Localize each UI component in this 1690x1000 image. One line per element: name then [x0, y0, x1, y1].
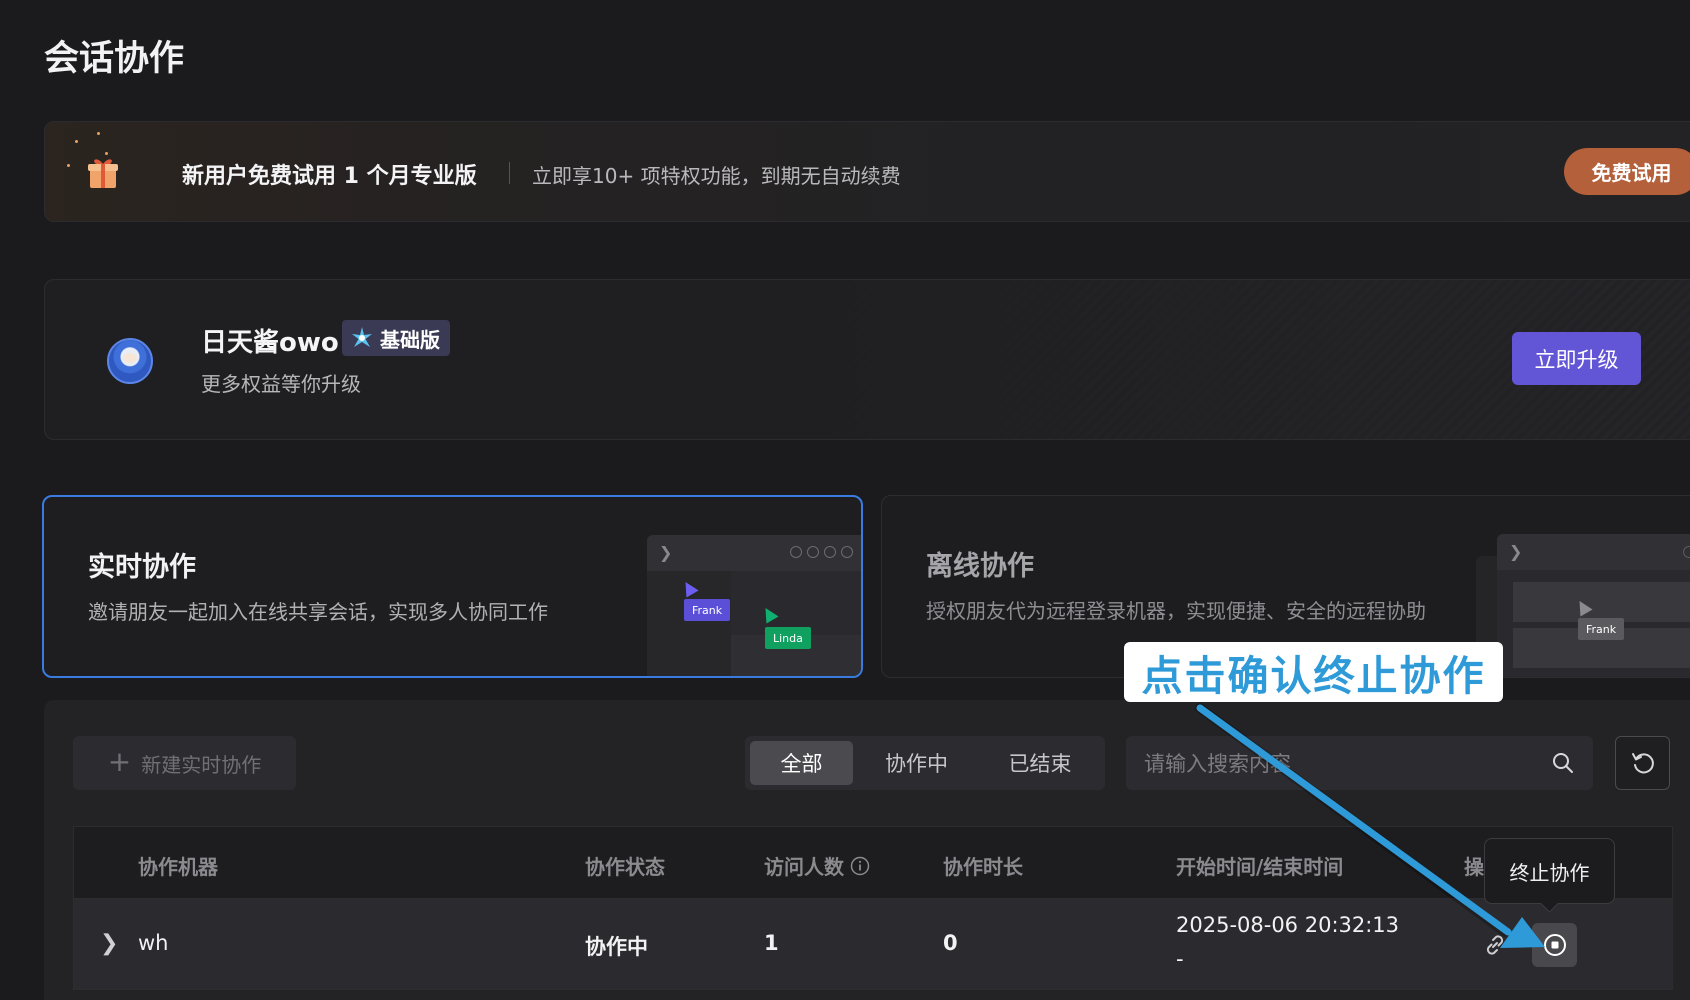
gift-icon [88, 159, 118, 188]
offline-mode-title: 离线协作 [926, 551, 1034, 582]
refresh-button[interactable] [1615, 736, 1670, 790]
annotation-callout: 点击确认终止协作 [1124, 642, 1503, 702]
promo-divider [509, 162, 510, 184]
col-visitors: 访问人数 [764, 851, 870, 880]
chevron-right-icon[interactable]: ❯ [100, 931, 118, 956]
plus-icon: + [107, 744, 132, 778]
col-time: 开始时间/结束时间 [1176, 855, 1344, 879]
promo-banner: 新用户免费试用 1 个月专业版 立即享10+ 项特权功能，到期无自动续费 免费试… [44, 121, 1690, 222]
col-duration: 协作时长 [943, 855, 1023, 879]
username: 日天酱owo [201, 328, 339, 358]
realtime-preview-illustration: ❯ Frank Linda [647, 535, 861, 676]
collaboration-table: 协作机器 协作状态 访问人数 协作时长 开始时间/结束时间 操作 ❯ wh 协作 [73, 826, 1673, 990]
avatar [107, 338, 153, 384]
offline-frank-tag: Frank [1578, 618, 1625, 640]
page: 会话协作 新用户免费试用 1 个月专业版 立即享10+ 项特权功能，到期无自动续… [0, 0, 1690, 1000]
realtime-mode-description: 邀请朋友一起加入在线共享会话，实现多人协同工作 [88, 600, 548, 624]
col-status: 协作状态 [585, 855, 665, 879]
filter-in-progress[interactable]: 协作中 [853, 741, 980, 785]
plan-star-icon [352, 327, 372, 347]
realtime-mode-title: 实时协作 [88, 552, 196, 583]
linda-tag: Linda [765, 627, 811, 649]
promo-title: 新用户免费试用 1 个月专业版 [182, 164, 477, 189]
info-icon[interactable] [850, 856, 870, 876]
cell-duration: 0 [943, 931, 958, 955]
refresh-icon [1631, 753, 1654, 774]
free-trial-button[interactable]: 免费试用 [1564, 148, 1690, 195]
profile-subtitle: 更多权益等你升级 [201, 372, 361, 396]
offline-preview-illustration: ❯ Frank [1497, 534, 1690, 677]
profile-card: 日天酱owo 基础版 更多权益等你升级 立即升级 [44, 279, 1690, 440]
cell-end-time: - [1176, 947, 1184, 971]
plan-label: 基础版 [380, 327, 440, 352]
chevron-right-icon: ❯ [659, 543, 673, 562]
cell-visitors: 1 [764, 931, 779, 955]
cell-start-time: 2025-08-06 20:32:13 [1176, 913, 1400, 937]
promo-description: 立即享10+ 项特权功能，到期无自动续费 [532, 164, 901, 188]
table-row[interactable]: ❯ wh 协作中 1 0 2025-08-06 20:32:13 - [73, 898, 1673, 990]
col-visitors-label: 访问人数 [764, 855, 844, 879]
filter-ended[interactable]: 已结束 [980, 741, 1100, 785]
status-filter-segmented: 全部 协作中 已结束 [745, 736, 1105, 790]
col-actions: 操作 [1464, 855, 1486, 879]
filter-all[interactable]: 全部 [750, 741, 853, 785]
table-header: 协作机器 协作状态 访问人数 协作时长 开始时间/结束时间 操作 [73, 826, 1673, 898]
search-icon[interactable] [1551, 751, 1575, 775]
frank-tag: Frank [684, 599, 731, 621]
stop-tooltip: 终止协作 [1484, 838, 1615, 904]
search-input[interactable]: 请输入搜索内容 [1126, 736, 1593, 790]
cell-machine: wh [138, 931, 169, 955]
stop-icon [1543, 934, 1566, 956]
plan-badge: 基础版 [342, 320, 450, 356]
chevron-right-icon: ❯ [1509, 542, 1523, 561]
search-placeholder: 请输入搜索内容 [1144, 752, 1291, 776]
page-title: 会话协作 [44, 39, 185, 79]
new-realtime-collab-button[interactable]: + 新建实时协作 [73, 736, 296, 790]
col-machine: 协作机器 [138, 855, 218, 879]
link-icon[interactable] [1481, 931, 1509, 959]
realtime-mode-card[interactable]: 实时协作 邀请朋友一起加入在线共享会话，实现多人协同工作 ❯ Frank Lin… [42, 495, 863, 678]
upgrade-button[interactable]: 立即升级 [1512, 332, 1641, 385]
stop-collaboration-button[interactable] [1532, 923, 1577, 967]
cell-status: 协作中 [585, 935, 648, 959]
collaboration-panel: + 新建实时协作 全部 协作中 已结束 请输入搜索内容 协作机器 协作状态 访问… [44, 700, 1690, 1000]
offline-mode-description: 授权朋友代为远程登录机器，实现便捷、安全的远程协助 [926, 599, 1426, 623]
new-button-label: 新建实时协作 [141, 752, 262, 777]
